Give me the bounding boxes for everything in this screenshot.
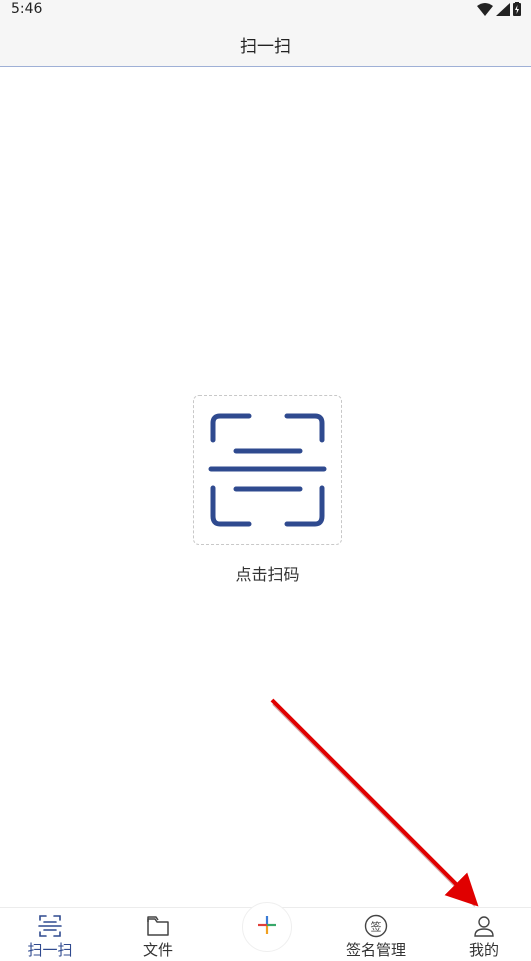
folder-icon [145, 914, 171, 938]
nav-label-files: 文件 [142, 941, 173, 959]
plus-icon [256, 914, 278, 940]
nav-item-signature[interactable]: 签 签名管理 [331, 908, 421, 961]
nav-item-files[interactable]: 文件 [113, 908, 203, 961]
page-title: 扫一扫 [240, 37, 291, 57]
nav-label-signature: 签名管理 [345, 941, 406, 959]
scan-button[interactable] [193, 395, 342, 545]
battery-charging-icon [513, 1, 521, 20]
signal-icon [496, 1, 510, 20]
wifi-icon [477, 1, 493, 20]
status-bar: 5:46 [0, 0, 531, 20]
user-icon [471, 914, 497, 938]
status-time: 5:46 [11, 1, 43, 17]
nav-label-scan: 扫一扫 [27, 941, 73, 959]
nav-item-mine[interactable]: 我的 [439, 908, 529, 961]
signature-icon: 签 [363, 914, 389, 938]
add-button[interactable] [242, 902, 292, 952]
app-header: 扫一扫 [0, 20, 531, 67]
nav-item-scan[interactable]: 扫一扫 [5, 908, 95, 961]
scan-label: 点击扫码 [235, 565, 300, 584]
svg-text:签: 签 [371, 920, 382, 934]
scan-frame-icon [208, 413, 327, 527]
status-icons [477, 1, 521, 20]
nav-label-mine: 我的 [468, 941, 499, 959]
bottom-nav: 扫一扫 文件 签 签名管理 我的 [0, 902, 531, 961]
scan-icon [37, 914, 63, 938]
